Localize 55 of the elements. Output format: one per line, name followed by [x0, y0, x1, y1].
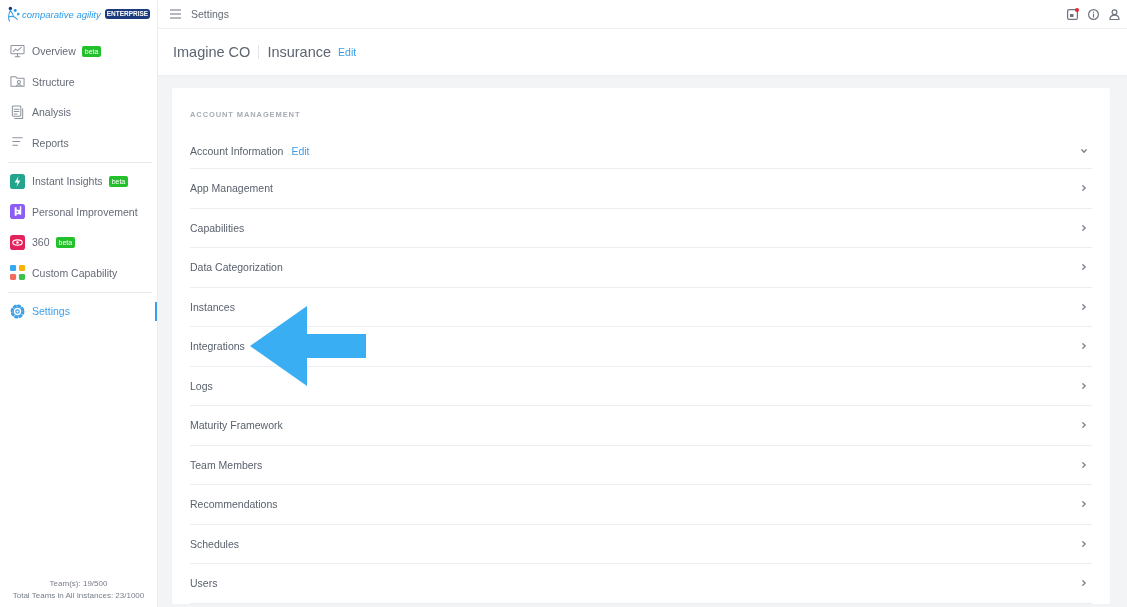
- chevron-right-icon[interactable]: [1081, 343, 1087, 350]
- nav-item[interactable]: 360: [10, 234, 50, 250]
- account-option[interactable]: Logs: [190, 379, 213, 392]
- account-option[interactable]: Account Information: [190, 144, 284, 157]
- chevron-right-icon[interactable]: [1081, 540, 1087, 547]
- page-title: Settings: [191, 8, 229, 20]
- account-option[interactable]: Maturity Framework: [190, 419, 283, 432]
- account-option[interactable]: Capabilities: [190, 221, 245, 234]
- nav-item[interactable]: Overview: [10, 43, 76, 59]
- instance-name: Insurance: [267, 44, 332, 60]
- account-option[interactable]: Data Categorization: [190, 261, 283, 274]
- nav-item[interactable]: Structure: [10, 74, 75, 90]
- chevron-right-icon[interactable]: [1081, 264, 1087, 271]
- chevron-right-icon[interactable]: [1081, 303, 1087, 310]
- user-button[interactable]: [1109, 8, 1120, 20]
- chevron-right-icon[interactable]: [1081, 224, 1087, 231]
- account-option[interactable]: App Management: [190, 182, 273, 195]
- folder-icon: [10, 74, 25, 90]
- nav-item[interactable]: Analysis: [10, 104, 72, 120]
- nav-item[interactable]: Reports: [10, 135, 69, 151]
- account-option[interactable]: Team Members: [190, 458, 263, 471]
- chevron-right-icon[interactable]: [1081, 580, 1087, 587]
- account-option[interactable]: Instances: [190, 300, 235, 313]
- account-option[interactable]: Recommendations: [190, 498, 278, 511]
- chevron-right-icon[interactable]: [1081, 382, 1087, 389]
- account-option[interactable]: Schedules: [190, 537, 240, 550]
- letter-tile-icon: [10, 204, 25, 220]
- chevron-down-icon[interactable]: [1081, 147, 1087, 154]
- monitor-chart-icon: [10, 43, 25, 59]
- color-squares-icon: [10, 265, 25, 281]
- menu-button[interactable]: [170, 9, 181, 19]
- info-icon: [1088, 8, 1099, 20]
- picture-icon: [1067, 8, 1078, 20]
- user-icon: [1109, 8, 1120, 20]
- chevron-right-icon[interactable]: [1081, 461, 1087, 468]
- team-usage-text: Team(s): 19/500: [49, 578, 108, 590]
- info-button[interactable]: [1088, 8, 1099, 20]
- settings-icon: [10, 303, 25, 319]
- account-option[interactable]: Users: [190, 577, 218, 590]
- logo-icon: [6, 5, 20, 23]
- chevron-right-icon[interactable]: [1081, 422, 1087, 429]
- updates-button[interactable]: [1067, 8, 1078, 20]
- documents-icon: [10, 104, 25, 120]
- nav-item[interactable]: Personal Improvement: [10, 204, 138, 220]
- team-usage-text: Total Teams in All Instances: 23/1000: [12, 590, 145, 602]
- eye-tile-icon: [10, 234, 25, 250]
- chevron-right-icon[interactable]: [1081, 501, 1087, 508]
- nav-item[interactable]: Instant Insights: [10, 173, 103, 189]
- account-option[interactable]: Integrations: [190, 340, 245, 353]
- chevron-right-icon[interactable]: [1081, 185, 1087, 192]
- menu-icon: [170, 9, 181, 19]
- lightning-tile-icon: [10, 173, 25, 189]
- organization-name: Imagine CO: [173, 44, 251, 60]
- logo-text: comparative agility: [22, 8, 101, 20]
- nav-item[interactable]: Custom Capability: [10, 265, 118, 281]
